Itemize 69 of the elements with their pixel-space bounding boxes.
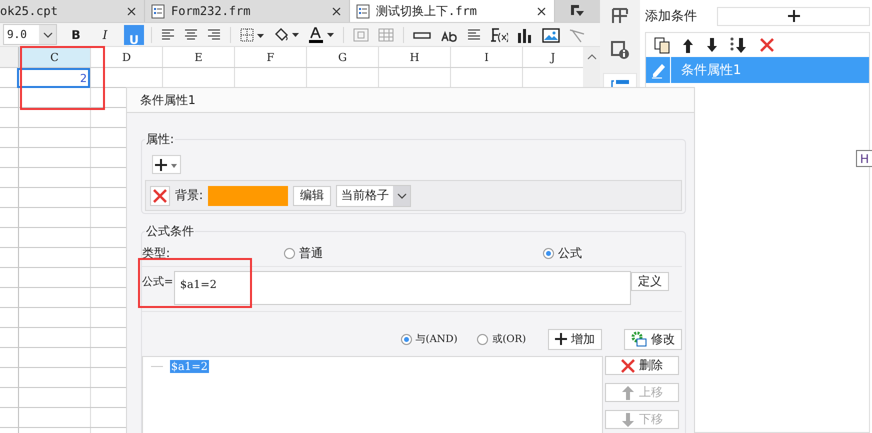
arrow-up-icon xyxy=(621,386,635,400)
delete-icon xyxy=(153,188,167,202)
modify-button[interactable]: 修改 xyxy=(624,328,682,350)
section-legend: 属性: xyxy=(145,131,176,148)
tooltip: H xyxy=(856,150,872,167)
font-color-icon[interactable] xyxy=(308,26,334,42)
formula-field[interactable]: $a1=2 xyxy=(174,271,631,305)
document-tab[interactable]: Form232.frm xyxy=(145,0,350,22)
format-button[interactable]: B xyxy=(66,24,86,44)
scope-dropdown[interactable]: 当前格子 xyxy=(336,184,412,206)
delete-icon xyxy=(621,358,635,372)
dialog-title: 条件属性1 xyxy=(127,88,694,113)
arrow-down-icon xyxy=(621,412,635,426)
image-icon[interactable] xyxy=(542,26,560,42)
plus-caret-icon xyxy=(154,158,178,172)
close-icon xyxy=(332,6,341,16)
delete-button[interactable]: 删除 xyxy=(605,356,679,375)
arrow-up-icon[interactable] xyxy=(682,38,694,52)
delete-icon[interactable] xyxy=(760,38,774,52)
format-button[interactable]: I xyxy=(95,24,115,44)
define-button[interactable]: 定义 xyxy=(631,272,669,291)
edit-button[interactable]: 编辑 xyxy=(293,186,332,206)
bar-chart-icon[interactable] xyxy=(517,26,533,42)
move-to-bottom-icon[interactable] xyxy=(730,37,748,53)
section-legend: 公式条件 xyxy=(145,223,195,240)
type-label: 类型: xyxy=(142,244,170,262)
document-tab[interactable]: 测试切换上下.frm xyxy=(350,0,555,22)
font-size-dropdown[interactable]: 9.0 xyxy=(3,24,57,45)
menu-caret-icon xyxy=(571,5,584,17)
formula-label: 公式= xyxy=(142,274,174,289)
slash-icon[interactable] xyxy=(569,26,585,42)
remove-button[interactable] xyxy=(150,186,170,206)
close-icon xyxy=(537,6,546,16)
pencil-icon xyxy=(650,61,666,79)
selected-cell[interactable]: 2 xyxy=(17,68,90,88)
chevron-down-icon xyxy=(42,32,52,38)
arrow-down-icon[interactable] xyxy=(706,38,718,52)
document-icon xyxy=(356,4,370,18)
cell-value: 2 xyxy=(80,72,87,84)
chevron-down-icon xyxy=(396,192,407,198)
color-swatch[interactable] xyxy=(208,186,288,206)
plus-icon xyxy=(555,333,567,345)
paragraph-icon[interactable] xyxy=(467,28,481,42)
align-right-icon[interactable] xyxy=(207,28,221,42)
radio-option[interactable]: 或(OR) xyxy=(477,332,526,346)
plus-icon xyxy=(788,10,800,22)
document-icon xyxy=(151,4,165,18)
copy-icon[interactable] xyxy=(654,36,670,54)
layout-icon xyxy=(611,7,629,23)
close-icon xyxy=(127,6,136,16)
add-property-button[interactable] xyxy=(152,155,181,174)
align-left-icon[interactable] xyxy=(161,28,175,42)
align-center-icon[interactable] xyxy=(184,28,198,42)
border-icon[interactable] xyxy=(240,28,264,42)
radio-option[interactable]: 与(AND) xyxy=(400,332,458,346)
radio-option[interactable]: 公式 xyxy=(543,244,582,262)
add-button[interactable]: 增加 xyxy=(548,328,602,350)
column-header[interactable]: C xyxy=(19,47,91,67)
formula-icon[interactable] xyxy=(490,26,508,42)
document-tab[interactable]: ok25.cpt xyxy=(0,0,145,22)
tab-menu-button[interactable] xyxy=(555,0,600,22)
add-condition-label: 添加条件 xyxy=(645,8,697,25)
merge-cells-icon[interactable] xyxy=(353,28,369,42)
gear-icon xyxy=(631,331,647,347)
scroll-up-icon[interactable] xyxy=(586,54,596,60)
info-icon xyxy=(611,41,629,59)
property-label: 背景: xyxy=(175,187,204,204)
paint-bucket-icon[interactable] xyxy=(273,27,299,42)
radio-option[interactable]: 普通 xyxy=(284,244,324,262)
